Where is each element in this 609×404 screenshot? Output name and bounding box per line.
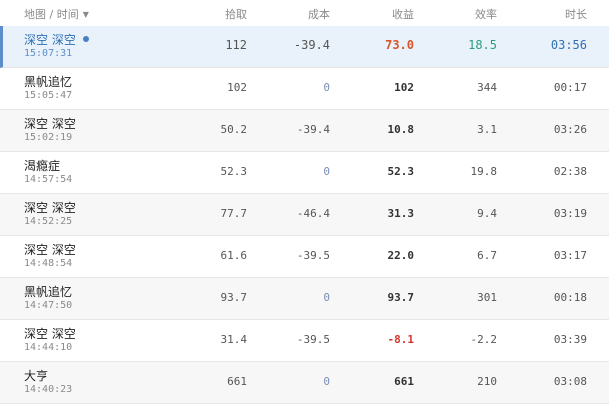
cost-value: -39.5 [296,249,330,262]
efficiency-value: 18.5 [468,38,497,52]
cost-value: 0 [323,375,330,388]
map-name-text: 深空 深空 [24,33,76,47]
map-name: 渴瘾症 [24,159,61,173]
duration-value: 03:17 [553,249,587,262]
cost-value: 0 [323,81,330,94]
table-row[interactable]: 黑帆追忆 14:47:50 93.7 0 93.7 301 00:18 [0,278,609,320]
profit-value: 661 [394,375,414,388]
pick-value: 77.7 [220,207,248,220]
profit-value: 73.0 [385,38,414,52]
table-row[interactable]: 深空 深空 15:02:19 50.2 -39.4 10.8 3.1 03:26 [0,110,609,152]
column-header-cost[interactable]: 成本 [308,6,330,22]
table-header: 地图 / 时间 ▼ 拾取 成本 收益 效率 时长 [0,0,609,27]
pick-value: 61.6 [220,249,248,262]
cost-value: 0 [323,291,330,304]
pick-value: 93.7 [220,291,248,304]
efficiency-value: 3.1 [477,123,497,136]
map-name: 深空 深空 [24,201,76,215]
table-row[interactable]: 黑帆追忆 15:05:47 102 0 102 344 00:17 [0,68,609,110]
pick-value: 50.2 [220,123,248,136]
profit-value: -8.1 [387,333,415,346]
duration-value: 03:08 [553,375,587,388]
efficiency-value: -2.2 [470,333,498,346]
duration-value: 02:38 [553,165,587,178]
efficiency-value: 344 [477,81,497,94]
run-time: 15:07:31 [24,48,73,59]
duration-value: 03:56 [550,38,587,52]
efficiency-value: 19.8 [470,165,498,178]
table-row[interactable]: 大亨 14:40:23 661 0 661 210 03:08 [0,362,609,404]
map-name: 黑帆追忆 [24,75,73,89]
table-row[interactable]: 深空 深空 14:44:10 31.4 -39.5 -8.1 -2.2 03:3… [0,320,609,362]
table-row[interactable]: 深空 深空 14:52:25 77.7 -46.4 31.3 9.4 03:19 [0,194,609,236]
duration-value: 00:17 [553,81,587,94]
table-row[interactable]: 渴瘾症 14:57:54 52.3 0 52.3 19.8 02:38 [0,152,609,194]
cost-value: -39.5 [296,333,330,346]
duration-value: 00:18 [553,291,587,304]
map-name: 深空 深空 [24,243,76,257]
dot-indicator-icon [82,36,89,42]
run-time: 14:52:25 [24,216,73,227]
efficiency-value: 9.4 [477,207,497,220]
pick-value: 31.4 [220,333,248,346]
run-time: 14:47:50 [24,300,73,311]
duration-value: 03:26 [553,123,587,136]
cost-value: -39.4 [296,123,330,136]
map-name: 大亨 [24,369,49,383]
cost-value: -39.4 [293,38,330,52]
table-row-active[interactable]: 深空 深空 15:07:31 112 -39.4 73.0 18.5 03:56 [0,26,609,68]
profit-value: 10.8 [387,123,415,136]
profit-value: 102 [394,81,414,94]
cost-value: -46.4 [296,207,330,220]
efficiency-value: 210 [477,375,497,388]
pick-value: 112 [225,38,247,52]
profit-value: 52.3 [387,165,415,178]
table-row[interactable]: 深空 深空 14:48:54 61.6 -39.5 22.0 6.7 03:17 [0,236,609,278]
cost-value: 0 [323,165,330,178]
caret-down-icon: ▼ [82,10,89,19]
column-header-pick[interactable]: 拾取 [225,6,247,22]
run-time: 14:48:54 [24,258,73,269]
column-header-map-time[interactable]: 地图 / 时间 ▼ [24,6,89,22]
duration-value: 03:39 [553,333,587,346]
column-header-efficiency[interactable]: 效率 [475,6,497,22]
profit-value: 22.0 [387,249,415,262]
profit-value: 93.7 [387,291,415,304]
map-name: 深空 深空 [24,327,76,341]
pick-value: 102 [227,81,247,94]
efficiency-value: 301 [477,291,497,304]
run-time: 14:44:10 [24,342,73,353]
run-time: 15:05:47 [24,90,73,101]
run-time: 14:40:23 [24,384,73,395]
efficiency-value: 6.7 [477,249,497,262]
map-name: 深空 深空 [24,31,89,48]
column-header-profit[interactable]: 收益 [392,6,414,22]
map-name: 深空 深空 [24,117,76,131]
runs-table: 地图 / 时间 ▼ 拾取 成本 收益 效率 时长 深空 深空 15:07:31 1… [0,0,609,404]
column-header-duration[interactable]: 时长 [565,6,587,22]
pick-value: 52.3 [220,165,248,178]
run-time: 14:57:54 [24,174,73,185]
map-name: 黑帆追忆 [24,285,73,299]
run-time: 15:02:19 [24,132,73,143]
column-header-map-time-label: 地图 / 时间 [24,8,79,21]
profit-value: 31.3 [387,207,415,220]
duration-value: 03:19 [553,207,587,220]
pick-value: 661 [227,375,247,388]
